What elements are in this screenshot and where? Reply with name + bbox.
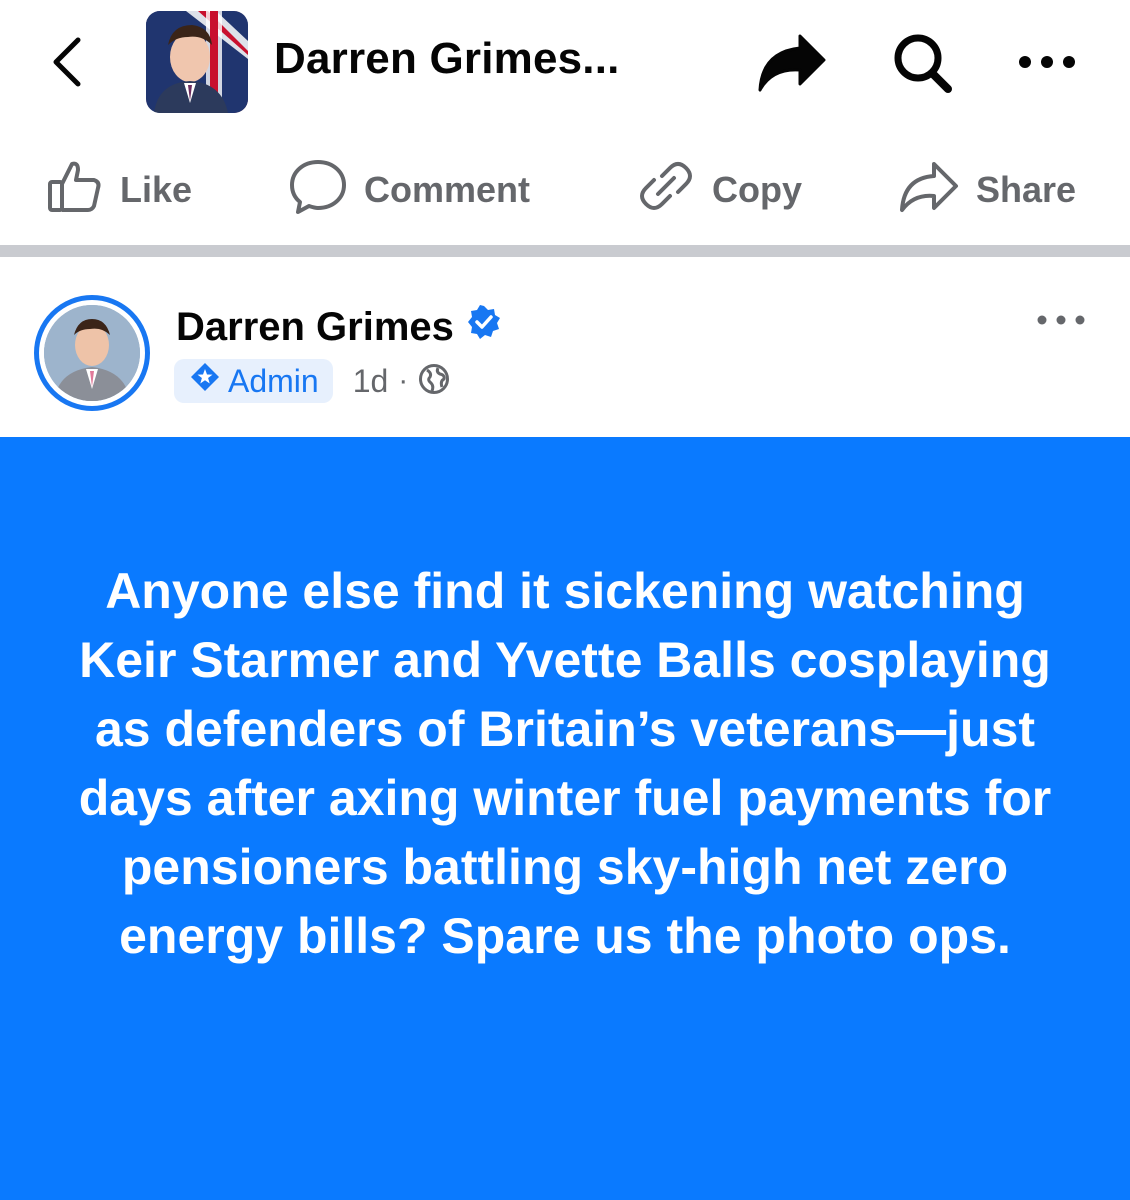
section-divider xyxy=(0,245,1130,257)
like-label: Like xyxy=(120,169,193,210)
share-label: Share xyxy=(976,169,1077,210)
post-meta: Admin 1d · xyxy=(174,359,450,403)
verified-badge-icon xyxy=(454,304,502,350)
author-name-label: Darren Grimes xyxy=(176,304,454,349)
search-icon[interactable] xyxy=(886,30,960,96)
share-icon xyxy=(898,156,976,225)
page-avatar[interactable] xyxy=(146,11,248,113)
copy-label: Copy xyxy=(712,169,802,210)
admin-badge: Admin xyxy=(174,359,333,403)
post-time[interactable]: 1d xyxy=(353,363,389,400)
post-body: Anyone else find it sickening watching K… xyxy=(0,437,1130,1200)
share-arrow-icon[interactable] xyxy=(754,30,828,96)
comment-label: Comment xyxy=(364,169,531,210)
copy-link-button[interactable]: Copy xyxy=(636,158,802,222)
post-actions-bar: Like Comment Copy Share xyxy=(0,140,1130,240)
meta-separator: · xyxy=(398,364,409,397)
author-name[interactable]: Darren Grimes xyxy=(176,304,502,350)
share-button[interactable]: Share xyxy=(898,158,1076,222)
author-avatar[interactable] xyxy=(34,295,150,411)
comment-icon xyxy=(288,156,364,225)
back-icon[interactable] xyxy=(44,32,94,92)
thumbs-up-icon xyxy=(44,156,120,225)
more-icon[interactable] xyxy=(1010,30,1084,96)
top-bar: Darren Grimes... xyxy=(0,0,1130,130)
page-title[interactable]: Darren Grimes... xyxy=(274,34,620,84)
comment-button[interactable]: Comment xyxy=(288,158,530,222)
globe-icon xyxy=(418,363,450,400)
link-icon xyxy=(636,156,712,225)
admin-label: Admin xyxy=(228,362,319,399)
post-text: Anyone else find it sickening watching K… xyxy=(78,563,1052,964)
post-header: Darren Grimes Admin 1d · xyxy=(0,257,1130,437)
admin-star-icon xyxy=(190,362,228,400)
post-more-icon[interactable] xyxy=(1030,305,1092,335)
like-button[interactable]: Like xyxy=(44,158,192,222)
